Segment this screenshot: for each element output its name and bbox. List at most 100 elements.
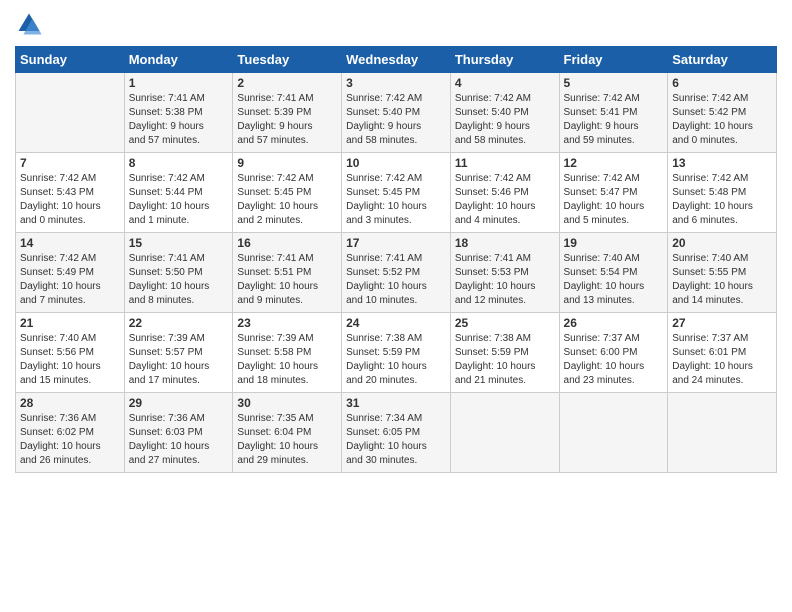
day-info: Sunrise: 7:41 AM Sunset: 5:50 PM Dayligh…: [129, 252, 229, 308]
calendar-cell: 26 Sunrise: 7:37 AM Sunset: 6:00 PM Dayli…: [559, 313, 668, 393]
day-number: 5: [564, 76, 664, 90]
calendar-cell: 22Sunrise: 7:39 AM Sunset: 5:57 PM Dayli…: [124, 313, 233, 393]
day-number: 18: [455, 236, 555, 250]
calendar-cell: 14Sunrise: 7:42 AM Sunset: 5:49 PM Dayli…: [16, 233, 125, 313]
day-info: Sunrise: 7:42 AM Sunset: 5:40 PM Dayligh…: [455, 92, 555, 148]
day-info: Sunrise: 7:42 AM Sunset: 5:46 PM Dayligh…: [455, 172, 555, 228]
calendar-cell: 11 Sunrise: 7:42 AM Sunset: 5:46 PM Dayli…: [450, 153, 559, 233]
calendar-cell: 8 Sunrise: 7:42 AM Sunset: 5:44 PM Daylig…: [124, 153, 233, 233]
day-info: Sunrise: 7:41 AM Sunset: 5:52 PM Dayligh…: [346, 252, 446, 308]
calendar-week-row: 1Sunrise: 7:41 AM Sunset: 5:38 PM Daylig…: [16, 73, 777, 153]
day-number: 3: [346, 76, 446, 90]
calendar-week-row: 7 Sunrise: 7:42 AM Sunset: 5:43 PM Daylig…: [16, 153, 777, 233]
logo-icon: [15, 10, 43, 38]
day-info: Sunrise: 7:42 AM Sunset: 5:43 PM Dayligh…: [20, 172, 120, 228]
day-number: 4: [455, 76, 555, 90]
day-info: Sunrise: 7:42 AM Sunset: 5:41 PM Dayligh…: [564, 92, 664, 148]
weekday-header: Monday: [124, 47, 233, 73]
day-info: Sunrise: 7:41 AM Sunset: 5:51 PM Dayligh…: [237, 252, 337, 308]
day-number: 26: [564, 316, 664, 330]
day-number: 16: [237, 236, 337, 250]
day-info: Sunrise: 7:38 AM Sunset: 5:59 PM Dayligh…: [346, 332, 446, 388]
day-info: Sunrise: 7:34 AM Sunset: 6:05 PM Dayligh…: [346, 412, 446, 468]
calendar-body: 1Sunrise: 7:41 AM Sunset: 5:38 PM Daylig…: [16, 73, 777, 473]
day-info: Sunrise: 7:41 AM Sunset: 5:39 PM Dayligh…: [237, 92, 337, 148]
calendar-cell: 1Sunrise: 7:41 AM Sunset: 5:38 PM Daylig…: [124, 73, 233, 153]
calendar-week-row: 21Sunrise: 7:40 AM Sunset: 5:56 PM Dayli…: [16, 313, 777, 393]
day-number: 25: [455, 316, 555, 330]
calendar-cell: 20 Sunrise: 7:40 AM Sunset: 5:55 PM Dayli…: [668, 233, 777, 313]
day-info: Sunrise: 7:41 AM Sunset: 5:38 PM Dayligh…: [129, 92, 229, 148]
calendar-cell: 13 Sunrise: 7:42 AM Sunset: 5:48 PM Dayli…: [668, 153, 777, 233]
day-number: 19: [564, 236, 664, 250]
day-info: Sunrise: 7:40 AM Sunset: 5:54 PM Dayligh…: [564, 252, 664, 308]
day-info: Sunrise: 7:42 AM Sunset: 5:47 PM Dayligh…: [564, 172, 664, 228]
calendar-cell: 16 Sunrise: 7:41 AM Sunset: 5:51 PM Dayli…: [233, 233, 342, 313]
day-info: Sunrise: 7:42 AM Sunset: 5:48 PM Dayligh…: [672, 172, 772, 228]
day-number: 24: [346, 316, 446, 330]
day-number: 11: [455, 156, 555, 170]
calendar-week-row: 14Sunrise: 7:42 AM Sunset: 5:49 PM Dayli…: [16, 233, 777, 313]
calendar-cell: 18Sunrise: 7:41 AM Sunset: 5:53 PM Dayli…: [450, 233, 559, 313]
calendar-week-row: 28 Sunrise: 7:36 AM Sunset: 6:02 PM Dayli…: [16, 393, 777, 473]
calendar-cell: 3 Sunrise: 7:42 AM Sunset: 5:40 PM Daylig…: [342, 73, 451, 153]
calendar-cell: 21Sunrise: 7:40 AM Sunset: 5:56 PM Dayli…: [16, 313, 125, 393]
day-info: Sunrise: 7:39 AM Sunset: 5:58 PM Dayligh…: [237, 332, 337, 388]
day-info: Sunrise: 7:36 AM Sunset: 6:03 PM Dayligh…: [129, 412, 229, 468]
logo: [15, 10, 47, 38]
day-info: Sunrise: 7:36 AM Sunset: 6:02 PM Dayligh…: [20, 412, 120, 468]
calendar-cell: 25 Sunrise: 7:38 AM Sunset: 5:59 PM Dayli…: [450, 313, 559, 393]
calendar-cell: 7 Sunrise: 7:42 AM Sunset: 5:43 PM Daylig…: [16, 153, 125, 233]
day-info: Sunrise: 7:40 AM Sunset: 5:55 PM Dayligh…: [672, 252, 772, 308]
calendar-cell: 5 Sunrise: 7:42 AM Sunset: 5:41 PM Daylig…: [559, 73, 668, 153]
day-number: 6: [672, 76, 772, 90]
day-number: 21: [20, 316, 120, 330]
day-number: 17: [346, 236, 446, 250]
day-info: Sunrise: 7:39 AM Sunset: 5:57 PM Dayligh…: [129, 332, 229, 388]
day-number: 7: [20, 156, 120, 170]
calendar-cell: 29 Sunrise: 7:36 AM Sunset: 6:03 PM Dayli…: [124, 393, 233, 473]
calendar-header: SundayMondayTuesdayWednesdayThursdayFrid…: [16, 47, 777, 73]
day-info: Sunrise: 7:42 AM Sunset: 5:42 PM Dayligh…: [672, 92, 772, 148]
day-info: Sunrise: 7:42 AM Sunset: 5:45 PM Dayligh…: [346, 172, 446, 228]
calendar-cell: 28 Sunrise: 7:36 AM Sunset: 6:02 PM Dayli…: [16, 393, 125, 473]
calendar-cell: 15 Sunrise: 7:41 AM Sunset: 5:50 PM Dayli…: [124, 233, 233, 313]
weekday-header: Sunday: [16, 47, 125, 73]
calendar-cell: 30Sunrise: 7:35 AM Sunset: 6:04 PM Dayli…: [233, 393, 342, 473]
day-number: 27: [672, 316, 772, 330]
day-number: 2: [237, 76, 337, 90]
day-number: 31: [346, 396, 446, 410]
day-info: Sunrise: 7:37 AM Sunset: 6:01 PM Dayligh…: [672, 332, 772, 388]
day-info: Sunrise: 7:42 AM Sunset: 5:40 PM Dayligh…: [346, 92, 446, 148]
calendar-cell: 2 Sunrise: 7:41 AM Sunset: 5:39 PM Daylig…: [233, 73, 342, 153]
day-info: Sunrise: 7:38 AM Sunset: 5:59 PM Dayligh…: [455, 332, 555, 388]
calendar-cell: 17 Sunrise: 7:41 AM Sunset: 5:52 PM Dayli…: [342, 233, 451, 313]
day-info: Sunrise: 7:37 AM Sunset: 6:00 PM Dayligh…: [564, 332, 664, 388]
day-info: Sunrise: 7:42 AM Sunset: 5:44 PM Dayligh…: [129, 172, 229, 228]
calendar-cell: 24 Sunrise: 7:38 AM Sunset: 5:59 PM Dayli…: [342, 313, 451, 393]
day-number: 20: [672, 236, 772, 250]
calendar-cell: 4 Sunrise: 7:42 AM Sunset: 5:40 PM Daylig…: [450, 73, 559, 153]
calendar-cell: [16, 73, 125, 153]
day-number: 9: [237, 156, 337, 170]
weekday-header: Friday: [559, 47, 668, 73]
calendar-cell: 19 Sunrise: 7:40 AM Sunset: 5:54 PM Dayli…: [559, 233, 668, 313]
weekday-header: Saturday: [668, 47, 777, 73]
weekday-header: Thursday: [450, 47, 559, 73]
day-number: 10: [346, 156, 446, 170]
calendar-cell: 27 Sunrise: 7:37 AM Sunset: 6:01 PM Dayli…: [668, 313, 777, 393]
day-number: 28: [20, 396, 120, 410]
header-row: SundayMondayTuesdayWednesdayThursdayFrid…: [16, 47, 777, 73]
day-number: 15: [129, 236, 229, 250]
day-number: 12: [564, 156, 664, 170]
calendar-cell: 31 Sunrise: 7:34 AM Sunset: 6:05 PM Dayli…: [342, 393, 451, 473]
calendar-cell: [668, 393, 777, 473]
day-number: 8: [129, 156, 229, 170]
weekday-header: Wednesday: [342, 47, 451, 73]
day-number: 30: [237, 396, 337, 410]
day-number: 13: [672, 156, 772, 170]
day-number: 14: [20, 236, 120, 250]
page-header: [15, 10, 777, 38]
calendar-table: SundayMondayTuesdayWednesdayThursdayFrid…: [15, 46, 777, 473]
day-number: 29: [129, 396, 229, 410]
